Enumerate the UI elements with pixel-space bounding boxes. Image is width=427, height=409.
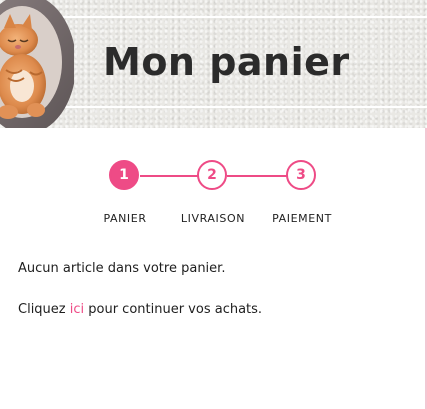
step-2-label: LIVRAISON xyxy=(180,212,246,225)
continue-suffix: pour continuer vos achats. xyxy=(84,302,263,317)
step-connector-2-3 xyxy=(227,175,287,177)
step-connector-1-2 xyxy=(140,175,198,177)
empty-cart-message: Aucun article dans votre panier. xyxy=(18,261,226,276)
page-title: Mon panier xyxy=(103,40,350,84)
step-3-label: PAIEMENT xyxy=(272,212,332,225)
continue-prefix: Cliquez xyxy=(18,302,70,317)
step-3-circle: 3 xyxy=(286,160,316,190)
step-2-circle: 2 xyxy=(197,160,227,190)
checkout-stepper: 1 2 3 xyxy=(0,158,427,198)
sleeping-cat-image xyxy=(0,0,74,128)
step-1-label: PANIER xyxy=(103,212,147,225)
continue-shopping-message: Cliquez ici pour continuer vos achats. xyxy=(18,302,262,317)
continue-shopping-link[interactable]: ici xyxy=(70,302,84,317)
step-1-circle: 1 xyxy=(109,160,139,190)
header-banner: Mon panier xyxy=(0,0,427,128)
